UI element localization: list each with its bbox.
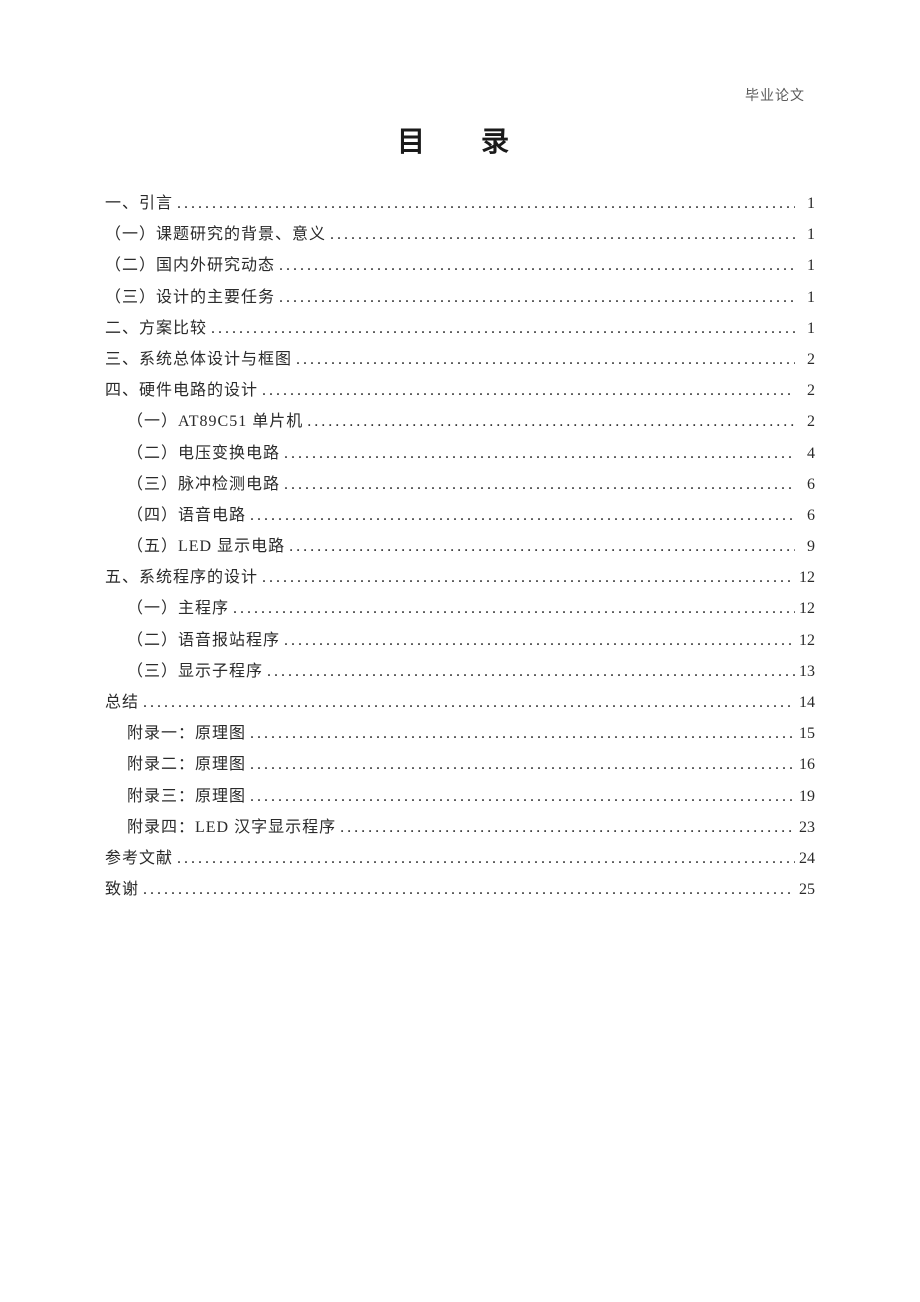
toc-entry: （五）LED 显示电路.............................… (105, 531, 815, 562)
toc-entry-page: 1 (795, 282, 815, 313)
toc-entry-page: 9 (795, 531, 815, 562)
toc-entry-leader: ........................................… (246, 749, 795, 780)
toc-entry-page: 23 (795, 812, 815, 843)
toc-entry-leader: ........................................… (263, 656, 795, 687)
toc-entry: 附录二：原理图.................................… (105, 749, 815, 780)
toc-entry-leader: ........................................… (280, 625, 795, 656)
toc-entry-page: 2 (795, 375, 815, 406)
toc-entry-page: 1 (795, 250, 815, 281)
toc-entry-label: （二）语音报站程序 (127, 625, 280, 656)
toc-entry: 致谢......................................… (105, 874, 815, 905)
toc-entry: （一）AT89C51 单片机..........................… (105, 406, 815, 437)
toc-entry-leader: ........................................… (246, 718, 795, 749)
table-of-contents: 一、引言....................................… (105, 188, 815, 905)
toc-entry-leader: ........................................… (280, 438, 795, 469)
toc-entry-page: 4 (795, 438, 815, 469)
toc-entry: （二）语音报站程序...............................… (105, 625, 815, 656)
toc-entry-page: 25 (795, 874, 815, 905)
toc-entry-leader: ........................................… (285, 531, 795, 562)
toc-entry-page: 12 (795, 593, 815, 624)
toc-entry: 总结......................................… (105, 687, 815, 718)
toc-entry-label: 五、系统程序的设计 (105, 562, 258, 593)
toc-entry-label: 附录三：原理图 (127, 781, 246, 812)
toc-entry-leader: ........................................… (280, 469, 795, 500)
toc-entry-label: （三）设计的主要任务 (105, 282, 275, 313)
toc-entry-page: 1 (795, 188, 815, 219)
toc-entry-label: 一、引言 (105, 188, 173, 219)
page-title: 目 录 (105, 120, 815, 160)
toc-entry: 附录一：原理图.................................… (105, 718, 815, 749)
toc-entry-leader: ........................................… (275, 250, 795, 281)
toc-entry-label: （五）LED 显示电路 (127, 531, 285, 562)
toc-entry-leader: ........................................… (258, 375, 795, 406)
toc-entry-page: 12 (795, 625, 815, 656)
toc-entry-leader: ........................................… (326, 219, 795, 250)
toc-entry-label: 附录四：LED 汉字显示程序 (127, 812, 336, 843)
toc-entry-page: 2 (795, 344, 815, 375)
toc-entry-label: （二）电压变换电路 (127, 438, 280, 469)
toc-entry-leader: ........................................… (246, 500, 795, 531)
toc-entry-leader: ........................................… (207, 313, 795, 344)
toc-entry-leader: ........................................… (258, 562, 795, 593)
toc-entry-leader: ........................................… (303, 406, 795, 437)
toc-entry-page: 6 (795, 469, 815, 500)
toc-entry: 附录四：LED 汉字显示程序..........................… (105, 812, 815, 843)
toc-entry-label: （二）国内外研究动态 (105, 250, 275, 281)
toc-entry-leader: ........................................… (336, 812, 795, 843)
toc-entry-label: 三、系统总体设计与框图 (105, 344, 292, 375)
toc-entry: （三）设计的主要任务..............................… (105, 282, 815, 313)
toc-entry-leader: ........................................… (139, 874, 795, 905)
toc-entry: 一、引言....................................… (105, 188, 815, 219)
document-page: 毕业论文 目 录 一、引言...........................… (0, 0, 920, 905)
toc-entry-leader: ........................................… (292, 344, 795, 375)
toc-entry-page: 15 (795, 718, 815, 749)
toc-entry: （三）显示子程序................................… (105, 656, 815, 687)
toc-entry: 附录三：原理图.................................… (105, 781, 815, 812)
toc-entry: （四）语音电路.................................… (105, 500, 815, 531)
toc-entry-label: 参考文献 (105, 843, 173, 874)
toc-entry-label: 附录二：原理图 (127, 749, 246, 780)
toc-entry-leader: ........................................… (173, 843, 795, 874)
toc-entry-leader: ........................................… (139, 687, 795, 718)
toc-entry: （一）课题研究的背景、意义...........................… (105, 219, 815, 250)
toc-entry-leader: ........................................… (229, 593, 795, 624)
header-label: 毕业论文 (745, 85, 805, 105)
toc-entry: 五、系统程序的设计...............................… (105, 562, 815, 593)
toc-entry: （三）脉冲检测电路...............................… (105, 469, 815, 500)
toc-entry-label: （一）主程序 (127, 593, 229, 624)
toc-entry-page: 2 (795, 406, 815, 437)
toc-entry-leader: ........................................… (246, 781, 795, 812)
toc-entry: 四、硬件电路的设计...............................… (105, 375, 815, 406)
toc-entry: （一）主程序..................................… (105, 593, 815, 624)
toc-entry-label: （一）AT89C51 单片机 (127, 406, 303, 437)
toc-entry-page: 1 (795, 313, 815, 344)
toc-entry-leader: ........................................… (275, 282, 795, 313)
toc-entry: 参考文献....................................… (105, 843, 815, 874)
toc-entry-label: （四）语音电路 (127, 500, 246, 531)
toc-entry-page: 6 (795, 500, 815, 531)
toc-entry-label: （一）课题研究的背景、意义 (105, 219, 326, 250)
toc-entry-page: 12 (795, 562, 815, 593)
toc-entry-page: 24 (795, 843, 815, 874)
toc-entry: 三、系统总体设计与框图.............................… (105, 344, 815, 375)
toc-entry-leader: ........................................… (173, 188, 795, 219)
toc-entry-page: 13 (795, 656, 815, 687)
toc-entry-page: 16 (795, 749, 815, 780)
toc-entry: 二、方案比较..................................… (105, 313, 815, 344)
toc-entry-label: 致谢 (105, 874, 139, 905)
toc-entry-label: （三）显示子程序 (127, 656, 263, 687)
toc-entry-page: 14 (795, 687, 815, 718)
toc-entry-label: 二、方案比较 (105, 313, 207, 344)
toc-entry: （二）电压变换电路...............................… (105, 438, 815, 469)
toc-entry-label: 四、硬件电路的设计 (105, 375, 258, 406)
toc-entry-label: 附录一：原理图 (127, 718, 246, 749)
toc-entry-page: 1 (795, 219, 815, 250)
toc-entry: （二）国内外研究动态..............................… (105, 250, 815, 281)
toc-entry-label: 总结 (105, 687, 139, 718)
toc-entry-page: 19 (795, 781, 815, 812)
toc-entry-label: （三）脉冲检测电路 (127, 469, 280, 500)
